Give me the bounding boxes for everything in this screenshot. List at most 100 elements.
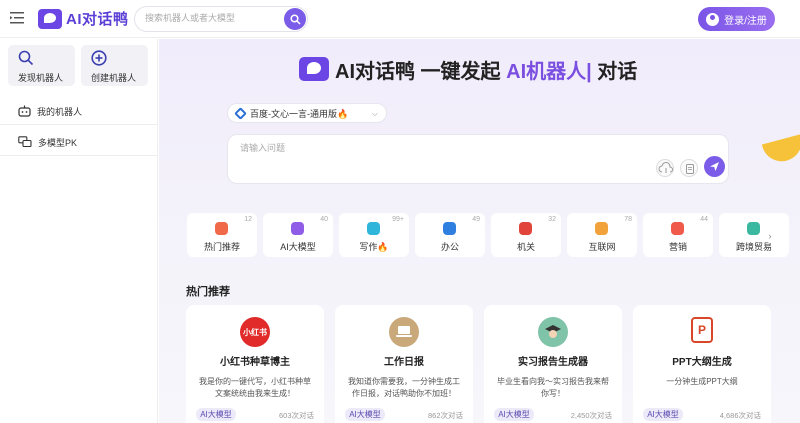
category-tabs: 12 热门推荐 40 AI大模型 99+ 写作🔥 49 办公 32 机关 78 … [187, 213, 789, 257]
divider [0, 124, 157, 125]
robot-tag: AI大模型 [643, 408, 683, 421]
robot-tag: AI大模型 [345, 408, 385, 421]
robot-title: 实习报告生成器 [518, 357, 588, 368]
globe-icon [595, 222, 608, 235]
building-icon [519, 222, 532, 235]
robot-cards: 小红书 小红书种草博主 我是你的一键代写，小红书种草文案统统由我来生成！ AI大… [186, 305, 771, 423]
category-label: 互联网 [588, 242, 616, 252]
robot-avatar: P [691, 317, 713, 343]
robot-card[interactable]: 实习报告生成器 毕业生看向我～实习报告我来帮你写！ AI大模型 2,450次对话 [484, 305, 622, 423]
question-box [227, 134, 729, 184]
robot-card[interactable]: 工作日报 我知道你需要我，一分钟生成工作日报，对话鸭助你不加班！ AI大模型 8… [335, 305, 473, 423]
fire-icon [215, 222, 228, 235]
section-title: 热门推荐 [186, 286, 230, 298]
user-icon [706, 12, 720, 26]
cloud-upload-icon [658, 162, 673, 173]
category-label: 办公 [440, 242, 459, 252]
top-header: AI对话鸭 登录/注册 [0, 0, 800, 38]
decorative-shape [761, 134, 800, 166]
search-button[interactable] [284, 8, 306, 30]
document-icon [686, 164, 694, 174]
send-button[interactable] [704, 156, 725, 177]
chat-compare-icon [18, 136, 32, 148]
robot-avatar: 小红书 [240, 317, 270, 347]
login-register-button[interactable]: 登录/注册 [698, 7, 775, 31]
category-marketing[interactable]: 44 营销 [643, 213, 713, 257]
discover-robots-button[interactable]: 发现机器人 [8, 45, 75, 86]
category-government[interactable]: 32 机关 [491, 213, 561, 257]
category-label: 营销 [668, 242, 687, 252]
chart-icon [671, 222, 684, 235]
robot-description: 毕业生看向我～实习报告我来帮你写！ [497, 377, 609, 398]
category-count: 44 [700, 216, 708, 223]
model-select-value: 百度-文心一言-通用版🔥 [250, 108, 349, 119]
sidebar-item-label: 多模型PK [38, 137, 78, 148]
send-icon [710, 162, 719, 171]
login-label: 登录/注册 [724, 15, 767, 27]
search-box [134, 6, 308, 32]
main-content: AI对话鸭 一键发起 AI机器人| 对话 百度-文心一言-通用版🔥 ⌵ 请输入问… [159, 39, 800, 423]
hero-title-suffix: 对话 [591, 60, 638, 83]
sidebar-item-label: 我的机器人 [37, 106, 83, 117]
category-label: 写作🔥 [359, 242, 389, 252]
category-label: 机关 [516, 242, 535, 252]
site-logo[interactable]: AI对话鸭 [38, 8, 129, 29]
category-count: 49 [472, 216, 480, 223]
sidebar-item-multi-model-pk[interactable]: 多模型PK [0, 129, 157, 155]
sidebar: 发现机器人 创建机器人 我的机器人 多模型PK [0, 39, 158, 423]
category-hot[interactable]: 12 热门推荐 [187, 213, 257, 257]
duck-logo-icon [38, 8, 62, 29]
robot-title: 小红书种草博主 [220, 357, 290, 368]
graduate-icon [545, 325, 561, 338]
laptop-icon [396, 326, 412, 337]
category-cross-border[interactable]: 跨境贸易 [719, 213, 789, 257]
robot-usage: 2,450次对话 [570, 411, 612, 420]
divider [0, 155, 157, 156]
chevron-right-icon[interactable]: › [763, 229, 777, 243]
category-count: 40 [320, 216, 328, 223]
category-count: 78 [624, 216, 632, 223]
category-office[interactable]: 49 办公 [415, 213, 485, 257]
pen-icon [367, 222, 380, 235]
menu-toggle-icon[interactable] [10, 12, 24, 24]
hero-title: AI对话鸭 一键发起 AI机器人| 对话 [299, 55, 637, 83]
category-count: 12 [244, 216, 252, 223]
category-count: 99+ [392, 216, 404, 223]
question-input[interactable] [240, 143, 620, 153]
hero-title-prefix: AI对话鸭 一键发起 [335, 60, 507, 83]
robot-avatar [538, 317, 568, 347]
robot-card[interactable]: 小红书 小红书种草博主 我是你的一键代写，小红书种草文案统统由我来生成！ AI大… [186, 305, 324, 423]
robot-tag: AI大模型 [494, 408, 534, 421]
search-icon [18, 50, 34, 66]
robot-card[interactable]: P PPT大纲生成 一分钟生成PPT大纲 AI大模型 4,686次对话 [633, 305, 771, 423]
document-button[interactable] [680, 159, 698, 177]
robot-description: 一分钟生成PPT大纲 [666, 377, 738, 386]
category-ai-models[interactable]: 40 AI大模型 [263, 213, 333, 257]
duck-logo-icon [299, 57, 329, 81]
category-writing[interactable]: 99+ 写作🔥 [339, 213, 409, 257]
robot-description: 我知道你需要我，一分钟生成工作日报，对话鸭助你不加班！ [348, 377, 460, 398]
category-count: 32 [548, 216, 556, 223]
search-input[interactable] [145, 13, 285, 23]
sidebar-item-my-robots[interactable]: 我的机器人 [0, 98, 157, 124]
robot-title: PPT大纲生成 [672, 357, 732, 368]
robot-avatar [389, 317, 419, 347]
robot-usage: 603次对话 [278, 411, 314, 420]
category-label: AI大模型 [280, 242, 316, 252]
upload-button[interactable] [656, 159, 674, 177]
discover-label: 发现机器人 [18, 73, 64, 83]
robot-usage: 862次对话 [427, 411, 463, 420]
ai-icon [291, 222, 304, 235]
search-icon [289, 13, 301, 25]
logo-text: AI对话鸭 [66, 11, 129, 28]
robot-description: 我是你的一键代写，小红书种草文案统统由我来生成！ [199, 377, 311, 398]
model-select[interactable]: 百度-文心一言-通用版🔥 ⌵ [227, 103, 387, 123]
robot-tag: AI大模型 [196, 408, 236, 421]
model-icon [234, 106, 247, 120]
robot-title: 工作日报 [384, 357, 424, 368]
robot-usage: 4,686次对话 [719, 411, 761, 420]
category-internet[interactable]: 78 互联网 [567, 213, 637, 257]
chevron-down-icon: ⌵ [371, 109, 378, 118]
create-robot-button[interactable]: 创建机器人 [81, 45, 148, 86]
category-label: 热门推荐 [203, 242, 240, 252]
